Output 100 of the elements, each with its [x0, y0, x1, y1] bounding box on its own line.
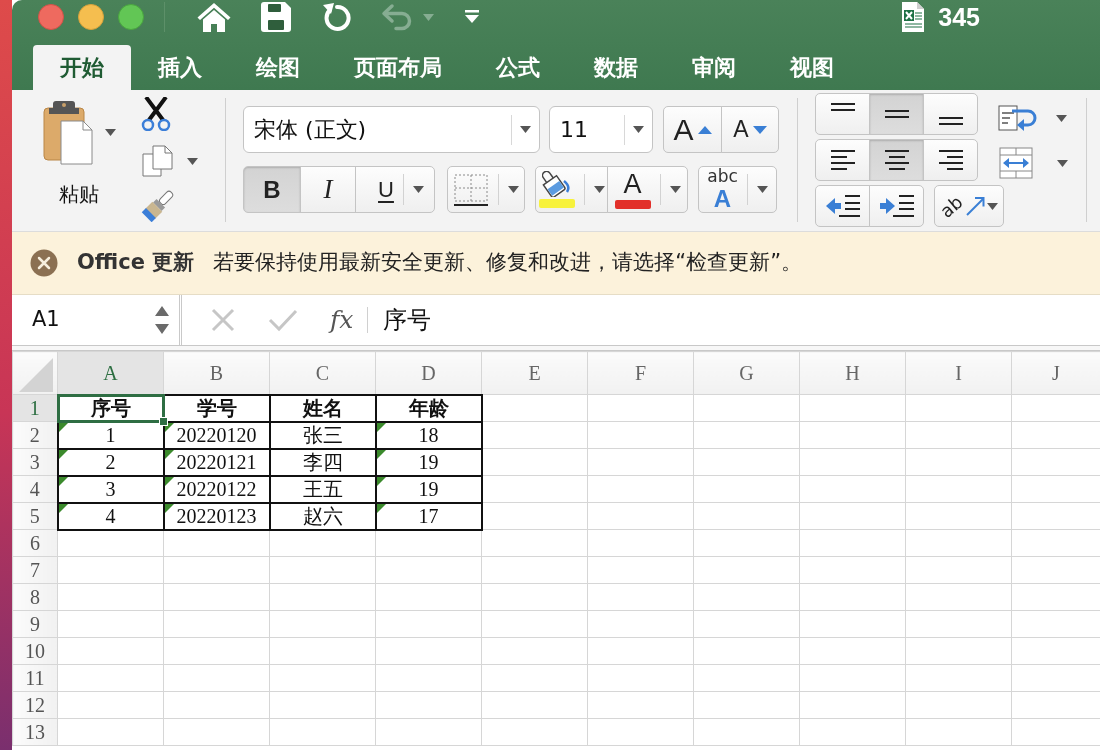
- column-header[interactable]: B: [163, 351, 270, 395]
- borders-button[interactable]: [447, 166, 525, 213]
- row-header[interactable]: 13: [12, 718, 58, 746]
- column-header[interactable]: D: [375, 351, 482, 395]
- row-header[interactable]: 11: [12, 664, 58, 692]
- bold-button[interactable]: B: [243, 166, 301, 213]
- column-header[interactable]: H: [799, 351, 906, 395]
- customize-toolbar-icon[interactable]: [464, 10, 480, 24]
- align-center-button[interactable]: [869, 139, 924, 181]
- ribbon-tab[interactable]: 插入: [131, 45, 229, 90]
- text-effects-button[interactable]: abc A: [698, 166, 777, 213]
- table-cell: 赵六: [269, 502, 376, 530]
- column-header[interactable]: F: [587, 351, 694, 395]
- row-header[interactable]: 1: [12, 394, 58, 422]
- home-icon[interactable]: [197, 1, 231, 33]
- merge-cells-button[interactable]: [999, 147, 1068, 179]
- row-header[interactable]: 8: [12, 583, 58, 611]
- column-header[interactable]: E: [481, 351, 588, 395]
- row-header[interactable]: 6: [12, 529, 58, 557]
- increase-indent-icon: [878, 193, 915, 219]
- column-header[interactable]: A: [57, 351, 164, 395]
- paint-bucket-icon: [541, 171, 572, 197]
- insert-function-button[interactable]: fx: [330, 301, 354, 339]
- stepper-arrows-icon[interactable]: [155, 305, 169, 335]
- font-size-dropdown[interactable]: 11: [549, 106, 653, 153]
- caret-icon: [1056, 114, 1067, 122]
- table-cell: 姓名: [269, 394, 376, 422]
- font-name-dropdown[interactable]: 宋体 (正文): [243, 106, 540, 153]
- paste-button[interactable]: 粘贴: [32, 99, 126, 209]
- align-left-icon: [829, 149, 856, 171]
- window-title: 345: [938, 4, 980, 30]
- column-header[interactable]: J: [1011, 351, 1100, 395]
- align-middle-icon: [883, 110, 910, 118]
- caret-icon: [423, 13, 434, 21]
- ribbon-tab[interactable]: 开始: [33, 45, 131, 90]
- align-right-button[interactable]: [923, 139, 978, 181]
- decrease-font-size-button[interactable]: A: [721, 106, 779, 153]
- align-top-icon: [829, 103, 856, 111]
- align-center-icon: [883, 149, 910, 171]
- table-cell: 20220122: [163, 475, 270, 503]
- row-header[interactable]: 2: [12, 421, 58, 449]
- close-icon[interactable]: [30, 249, 58, 277]
- formula-input[interactable]: 序号: [383, 302, 432, 338]
- caret-icon: [669, 186, 681, 193]
- table-cell: 王五: [269, 475, 376, 503]
- align-left-button[interactable]: [815, 139, 870, 181]
- column-header[interactable]: C: [269, 351, 376, 395]
- text-orientation-button[interactable]: ab: [934, 185, 1004, 227]
- ribbon-tab[interactable]: 数据: [567, 45, 665, 90]
- fill-handle[interactable]: [158, 416, 168, 426]
- save-icon[interactable]: [261, 2, 291, 32]
- row-header[interactable]: 10: [12, 637, 58, 665]
- caret-icon: [986, 202, 998, 210]
- notification-message: 若要保持使用最新安全更新、修复和改进，请选择“检查更新”。: [213, 249, 803, 277]
- increase-indent-button[interactable]: [869, 185, 924, 227]
- decrease-indent-icon: [824, 193, 861, 219]
- row-header[interactable]: 9: [12, 610, 58, 638]
- table-cell: 20220121: [163, 448, 270, 476]
- table-cell: 19: [375, 448, 482, 476]
- fill-color-button[interactable]: [535, 166, 608, 213]
- underline-button[interactable]: U: [355, 166, 435, 213]
- align-right-icon: [937, 149, 964, 171]
- align-middle-button[interactable]: [869, 93, 924, 135]
- ribbon-tab[interactable]: 审阅: [665, 45, 763, 90]
- table-cell: 学号: [163, 394, 270, 422]
- ribbon-tab[interactable]: 页面布局: [327, 45, 469, 90]
- notification-title: Office 更新: [77, 249, 195, 277]
- increase-font-size-button[interactable]: A: [663, 106, 722, 153]
- caret-icon: [520, 126, 531, 133]
- align-bottom-button[interactable]: [923, 93, 978, 135]
- align-top-button[interactable]: [815, 93, 870, 135]
- cell-borders-icon: [453, 172, 489, 207]
- clipboard-icon: [42, 99, 93, 165]
- font-color-button[interactable]: A: [607, 166, 688, 213]
- wrap-text-button[interactable]: [998, 103, 1068, 133]
- circular-arrow-icon[interactable]: [321, 1, 351, 33]
- align-bottom-icon: [937, 117, 964, 125]
- table-cell: 3: [57, 475, 164, 503]
- diagonal-arrow-icon: [964, 196, 985, 216]
- row-header[interactable]: 7: [12, 556, 58, 584]
- ribbon-tab[interactable]: 绘图: [229, 45, 327, 90]
- minimize-window-icon[interactable]: [78, 4, 104, 30]
- check-icon[interactable]: [268, 308, 298, 332]
- triangle-down-icon: [752, 125, 767, 134]
- decrease-indent-button[interactable]: [815, 185, 870, 227]
- row-header[interactable]: 4: [12, 475, 58, 503]
- table-cell: 18: [375, 421, 482, 449]
- caret-icon: [104, 128, 116, 136]
- italic-button[interactable]: I: [300, 166, 356, 213]
- paintbrush-icon[interactable]: [140, 190, 176, 222]
- ribbon-tab[interactable]: 视图: [763, 45, 861, 90]
- column-header[interactable]: I: [905, 351, 1012, 395]
- row-header[interactable]: 3: [12, 448, 58, 476]
- row-header[interactable]: 12: [12, 691, 58, 719]
- merge-cells-icon: [999, 147, 1033, 179]
- caret-icon: [633, 126, 644, 133]
- column-header[interactable]: G: [693, 351, 800, 395]
- row-header[interactable]: 5: [12, 502, 58, 530]
- ribbon-tab[interactable]: 公式: [469, 45, 567, 90]
- scissors-icon[interactable]: [140, 97, 172, 131]
